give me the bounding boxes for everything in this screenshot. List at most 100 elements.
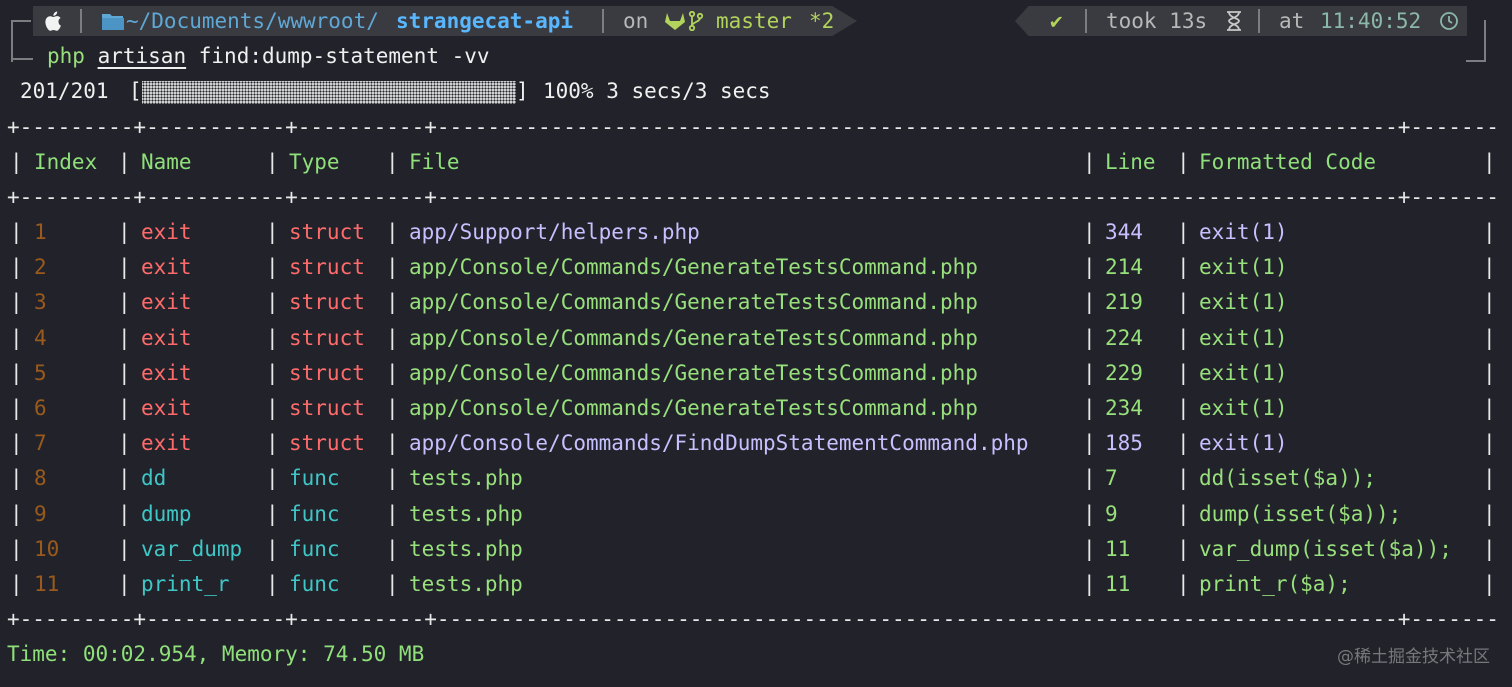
table-column-separator: | xyxy=(118,501,131,526)
table-cell-file: tests.php xyxy=(409,572,523,596)
table-column-separator: | xyxy=(118,325,131,350)
table-cell-code: exit(1) xyxy=(1199,325,1288,350)
table-column-separator: | xyxy=(1483,466,1496,491)
table-cell-type: struct xyxy=(289,360,365,385)
progress-bar xyxy=(142,81,516,104)
table-cell-line: 224 xyxy=(1105,325,1143,350)
table-cell-line: 229 xyxy=(1105,360,1143,385)
table-column-separator: | xyxy=(10,501,23,526)
table-cell-type: struct xyxy=(289,431,365,456)
table-column-separator: | xyxy=(1083,396,1096,420)
table-column-separator: | xyxy=(1177,255,1190,280)
table-column-separator: | xyxy=(118,360,131,385)
table-column-separator: | xyxy=(386,536,399,561)
prompt-success-mark: ✔ xyxy=(1050,9,1063,33)
table-column-separator: | xyxy=(266,325,279,350)
table-header-cell: Formatted Code xyxy=(1199,150,1377,174)
table-cell-type: func xyxy=(289,466,340,491)
table-column-separator: | xyxy=(386,396,399,420)
table-cell-index: 7 xyxy=(34,431,47,456)
table-column-separator: | xyxy=(266,396,279,420)
table-column-separator: | xyxy=(10,431,23,456)
table-cell-name: print_r xyxy=(141,572,230,596)
table-cell-index: 11 xyxy=(34,572,60,596)
table-header-cell: Line xyxy=(1105,150,1156,174)
table-cell-file: tests.php xyxy=(409,466,523,491)
table-cell-name: exit xyxy=(141,396,192,420)
prompt-clock-time: 11:40:52 xyxy=(1320,9,1422,33)
table-column-separator: | xyxy=(10,466,23,491)
table-cell-index: 5 xyxy=(34,360,47,385)
table-column-separator: | xyxy=(118,290,131,315)
table-column-separator: | xyxy=(386,325,399,350)
table-column-separator: | xyxy=(10,536,23,561)
table-column-separator: | xyxy=(118,220,131,244)
table-cell-file: app/Console/Commands/GenerateTestsComman… xyxy=(409,396,978,420)
table-column-separator: | xyxy=(386,360,399,385)
command-line[interactable]: php artisan find:dump-statement -vv xyxy=(47,39,490,74)
table-column-separator: | xyxy=(10,290,23,315)
prompt-connector-left xyxy=(11,20,31,62)
table-cell-index: 3 xyxy=(34,290,47,315)
progress-open-bracket: [ xyxy=(129,79,142,103)
table-cell-name: var_dump xyxy=(141,536,243,561)
table-column-separator: | xyxy=(1483,501,1496,526)
table-column-separator: | xyxy=(266,501,279,526)
table-cell-name: exit xyxy=(141,290,192,315)
table-cell-type: func xyxy=(289,536,340,561)
table-column-separator: | xyxy=(1083,360,1096,385)
table-cell-type: struct xyxy=(289,325,365,350)
table-cell-type: struct xyxy=(289,220,365,244)
prompt-separator xyxy=(1258,9,1260,33)
table-column-separator: | xyxy=(266,290,279,315)
table-cell-line: 214 xyxy=(1105,255,1143,280)
table-cell-index: 4 xyxy=(34,325,47,350)
prompt-on-label: on xyxy=(623,9,649,33)
table-cell-line: 11 xyxy=(1105,536,1131,561)
table-column-separator: | xyxy=(118,255,131,280)
table-cell-code: print_r($a); xyxy=(1199,572,1351,596)
table-cell-index: 1 xyxy=(34,220,47,244)
table-cell-line: 219 xyxy=(1105,290,1143,315)
table-column-separator: | xyxy=(1083,431,1096,456)
table-column-separator: | xyxy=(266,572,279,596)
command-php: php xyxy=(47,44,85,68)
table-column-separator: | xyxy=(1483,255,1496,280)
table-cell-file: app/Console/Commands/GenerateTestsComman… xyxy=(409,325,978,350)
table-cell-file: tests.php xyxy=(409,536,523,561)
table-column-separator: | xyxy=(1177,325,1190,350)
table-header-cell: Type xyxy=(289,150,340,174)
table-column-separator: | xyxy=(266,466,279,491)
table-column-separator: | xyxy=(1177,220,1190,244)
table-column-separator: | xyxy=(10,220,23,244)
table-column-separator: | xyxy=(386,150,399,174)
table-column-separator: | xyxy=(1177,360,1190,385)
table-column-separator: | xyxy=(1083,255,1096,280)
progress-summary: 100% 3 secs/3 secs xyxy=(543,79,771,103)
table-column-separator: | xyxy=(118,396,131,420)
table-cell-line: 11 xyxy=(1105,572,1131,596)
table-column-separator: | xyxy=(1483,572,1496,596)
table-cell-line: 234 xyxy=(1105,396,1143,420)
prompt-separator xyxy=(602,9,604,33)
table-border: +---------+-----------+----------+------… xyxy=(7,607,1497,631)
table-cell-type: struct xyxy=(289,396,365,420)
clock-icon xyxy=(1440,12,1458,30)
table-column-separator: | xyxy=(266,150,279,174)
table-cell-name: exit xyxy=(141,255,192,280)
table-cell-code: exit(1) xyxy=(1199,255,1288,280)
table-column-separator: | xyxy=(386,255,399,280)
table-column-separator: | xyxy=(10,150,23,174)
table-column-separator: | xyxy=(10,360,23,385)
progress-bar-fill xyxy=(142,81,516,104)
table-column-separator: | xyxy=(118,536,131,561)
table-column-separator: | xyxy=(1483,396,1496,420)
table-column-separator: | xyxy=(386,290,399,315)
table-column-separator: | xyxy=(266,220,279,244)
table-column-separator: | xyxy=(1177,536,1190,561)
table-column-separator: | xyxy=(10,325,23,350)
hourglass-icon xyxy=(1227,11,1241,31)
table-column-separator: | xyxy=(386,431,399,456)
table-column-separator: | xyxy=(1177,150,1190,174)
prompt-at-label: at xyxy=(1279,9,1305,33)
